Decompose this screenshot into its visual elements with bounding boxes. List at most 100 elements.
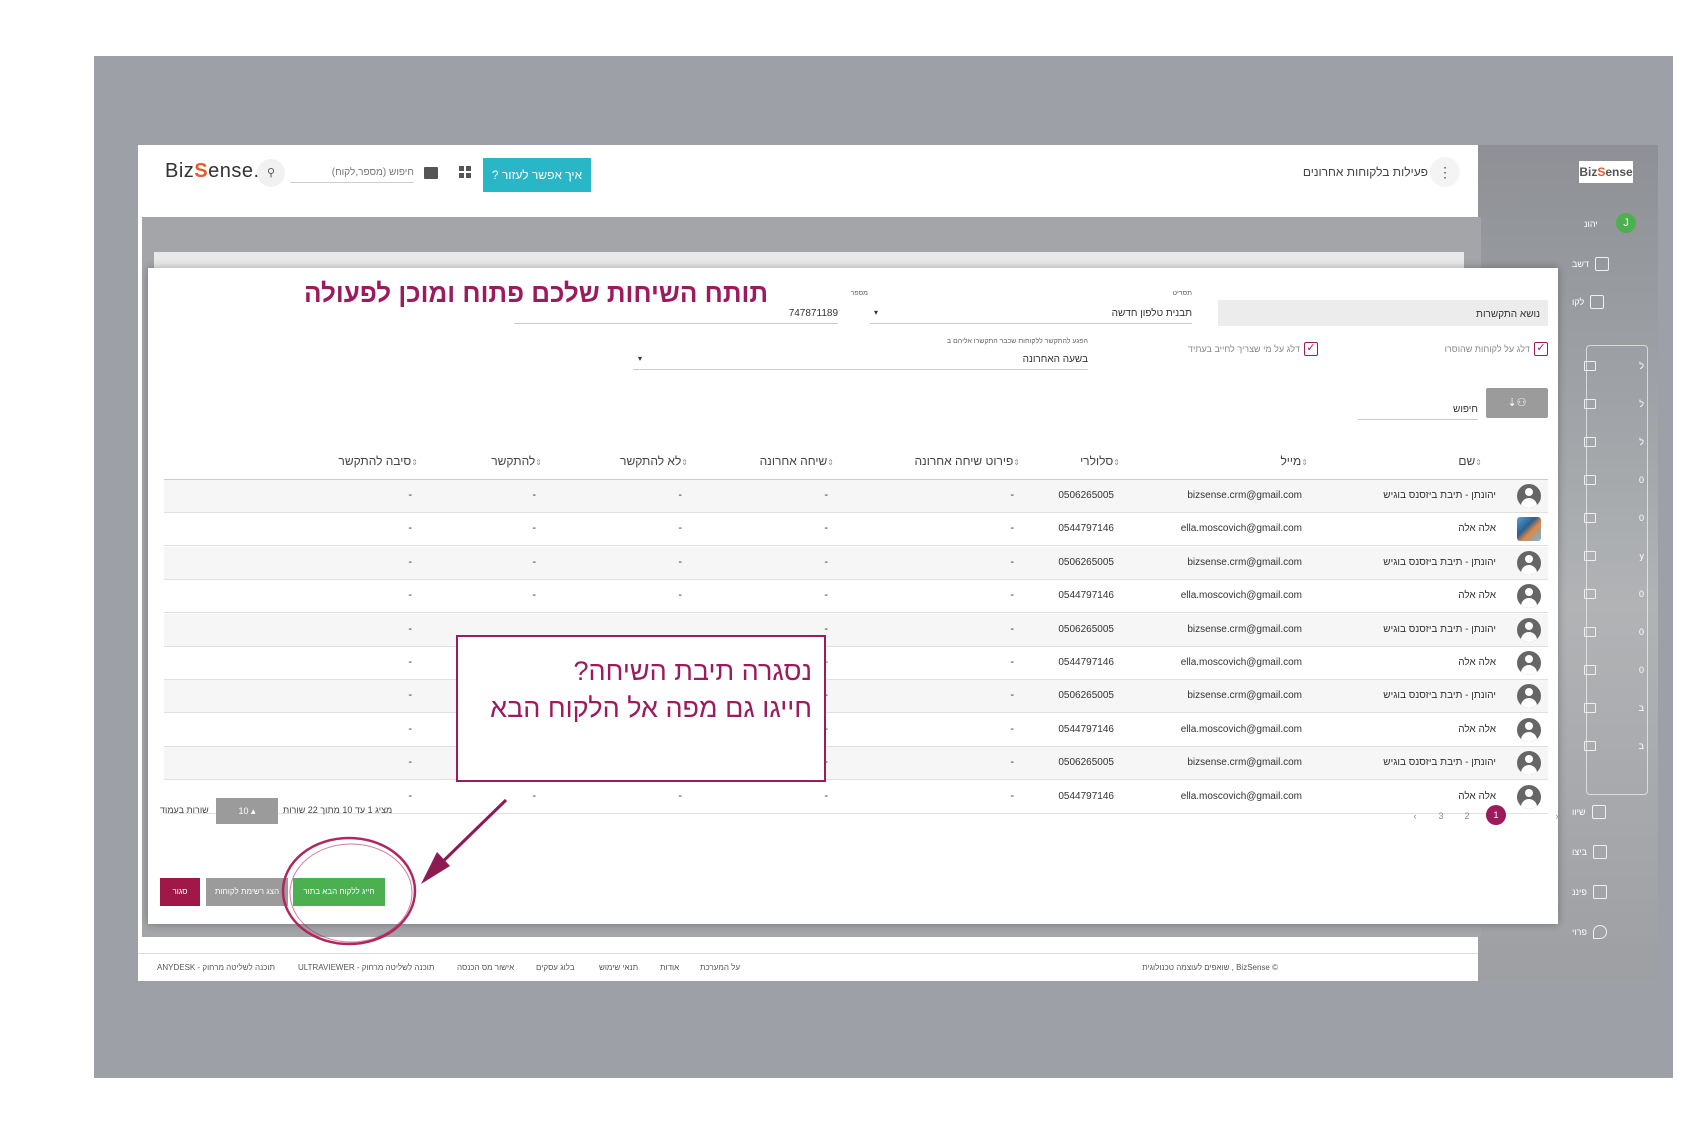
col-mobile[interactable]: ⇕סלולרי	[1080, 454, 1124, 468]
sidebar-logo[interactable]: BizSense	[1579, 161, 1633, 183]
submenu-item[interactable]: ל	[1584, 361, 1644, 371]
skip-future-charge-checkbox[interactable]: ✓ דלג על מי שצריך לחייב בעתיד	[1108, 342, 1318, 356]
skip-removed-checkbox[interactable]: ✓ דלג על לקוחות שהוסרו	[1368, 342, 1548, 356]
prev-page-icon[interactable]: ‹	[1406, 811, 1424, 821]
sort-icon[interactable]: ⇕	[1475, 458, 1482, 467]
cell-email[interactable]: ella.moscovich@gmail.com	[1181, 590, 1302, 601]
table-row[interactable]: יהונתן - תיבת ביזסנס בוגיש bizsense.crm@g…	[164, 546, 1548, 580]
sort-icon[interactable]: ⇕	[1301, 458, 1308, 467]
sidebar-item-projects[interactable]: פרוי	[1572, 923, 1642, 941]
footer-link[interactable]: בלוג עסקים	[536, 963, 575, 972]
cell-email[interactable]: bizsense.crm@gmail.com	[1187, 624, 1302, 635]
sort-icon[interactable]: ⇕	[681, 458, 688, 467]
call-next-customer-button[interactable]: חייג ללקוח הבא בתור	[293, 878, 385, 906]
cell-phone[interactable]: 0506265005	[1058, 557, 1114, 568]
store-icon[interactable]	[424, 167, 438, 179]
table-row[interactable]: אלה אלה ella.moscovich@gmail.com 054479714…	[164, 647, 1548, 680]
page-size-select[interactable]: 10 ▴	[216, 798, 278, 824]
sort-icon[interactable]: ⇕	[535, 458, 542, 467]
page-2[interactable]: 2	[1458, 811, 1476, 821]
cell-email[interactable]: ella.moscovich@gmail.com	[1181, 724, 1302, 735]
page-1[interactable]: 1	[1486, 805, 1506, 825]
more-menu-icon[interactable]: ⋮	[1430, 157, 1460, 187]
grid-icon[interactable]	[459, 166, 471, 178]
submenu-item[interactable]: 0	[1584, 589, 1644, 599]
col-last-call-details[interactable]: ⇕פירוט שיחה אחרונה	[914, 454, 1024, 468]
submenu-item[interactable]: ב	[1584, 741, 1644, 751]
footer-link[interactable]: על המערכת	[700, 963, 740, 972]
col-name[interactable]: ⇕שם	[1458, 454, 1486, 468]
sidebar-item-marketing[interactable]: שיוו	[1572, 803, 1642, 821]
table-row[interactable]: יהונתן - תיבת ביזסנס בוגיש bizsense.crm@g…	[164, 747, 1548, 781]
sort-icon[interactable]: ⇕	[1113, 458, 1120, 467]
cell-email[interactable]: ella.moscovich@gmail.com	[1181, 523, 1302, 534]
cell-email[interactable]: bizsense.crm@gmail.com	[1187, 757, 1302, 768]
cell-email[interactable]: bizsense.crm@gmail.com	[1187, 557, 1302, 568]
footer-link[interactable]: תוכנה לשליטה מרחוק - ULTRAVIEWER	[298, 963, 434, 972]
submenu-item[interactable]: y	[1584, 551, 1644, 561]
recent-caret-icon[interactable]: ▾	[638, 354, 642, 363]
sort-icon[interactable]: ⇕	[411, 458, 418, 467]
col-reason[interactable]: ⇕סיבה להתקשר	[338, 454, 422, 468]
recent-call-select[interactable]: בשעה האחרונה	[633, 354, 1088, 370]
page-3[interactable]: 3	[1432, 811, 1450, 821]
table-row[interactable]: יהונתן - תיבת ביזסנס בוגיש bizsense.crm@g…	[164, 680, 1548, 714]
footer-link[interactable]: תנאי שימוש	[599, 963, 638, 972]
submenu-item[interactable]: ל	[1584, 399, 1644, 409]
cell-phone[interactable]: 0544797146	[1058, 523, 1114, 534]
number-field[interactable]: 747871189	[514, 308, 838, 324]
subject-field[interactable]: נושא התקשרות	[1218, 300, 1548, 326]
sort-icon[interactable]: ⇕	[827, 458, 834, 467]
table-search-input[interactable]: חיפוש	[1358, 404, 1478, 420]
sidebar-item-finance[interactable]: פיננ	[1572, 883, 1642, 901]
cell-email[interactable]: ella.moscovich@gmail.com	[1181, 657, 1302, 668]
table-row[interactable]: אלה אלה ella.moscovich@gmail.com 054479714…	[164, 580, 1548, 614]
next-page-icon[interactable]: ›	[1548, 811, 1566, 821]
submenu-item[interactable]: ל	[1584, 437, 1644, 447]
cell-phone[interactable]: 0544797146	[1058, 791, 1114, 802]
cell-phone[interactable]: 0506265005	[1058, 490, 1114, 501]
table-row[interactable]: אלה אלה ella.moscovich@gmail.com 054479714…	[164, 714, 1548, 747]
sidebar-item-customers[interactable]: לקו	[1572, 293, 1642, 311]
search-input[interactable]	[290, 163, 414, 183]
template-caret-icon[interactable]: ▾	[874, 308, 878, 317]
user-avatar[interactable]: J	[1616, 213, 1636, 233]
sidebar-item-performance[interactable]: ביצו	[1572, 843, 1642, 861]
cell-phone[interactable]: 0544797146	[1058, 724, 1114, 735]
cell-empty: -	[1010, 789, 1014, 802]
cell-phone[interactable]: 0544797146	[1058, 657, 1114, 668]
col-email[interactable]: ⇕מייל	[1280, 454, 1312, 468]
cell-phone[interactable]: 0506265005	[1058, 690, 1114, 701]
footer-link[interactable]: תוכנה לשליטה מרחוק - ANYDESK	[157, 963, 275, 972]
col-last-call[interactable]: ⇕שיחה אחרונה	[760, 454, 838, 468]
footer-link[interactable]: אודות	[660, 963, 679, 972]
cell-email[interactable]: bizsense.crm@gmail.com	[1187, 690, 1302, 701]
help-button[interactable]: איך אפשר לעזור ?	[483, 158, 591, 192]
cell-empty: -	[408, 656, 412, 668]
submenu-item[interactable]: 0	[1584, 475, 1644, 485]
col-do-not-call[interactable]: ⇕לא להתקשר	[620, 454, 692, 468]
cell-phone[interactable]: 0506265005	[1058, 757, 1114, 768]
submenu-item[interactable]: 0	[1584, 665, 1644, 675]
table-row[interactable]: יהונתן - תיבת ביזסנס בוגיש bizsense.crm@g…	[164, 613, 1548, 647]
cell-phone[interactable]: 0506265005	[1058, 624, 1114, 635]
submenu-item[interactable]: 0	[1584, 513, 1644, 523]
cell-email[interactable]: ella.moscovich@gmail.com	[1181, 791, 1302, 802]
footer-link[interactable]: אישור מס הכנסה	[457, 963, 514, 972]
col-call[interactable]: ⇕להתקשר	[491, 454, 546, 468]
close-button[interactable]: סגור	[160, 878, 200, 906]
show-customer-list-button[interactable]: הצג רשימת לקוחות	[206, 878, 288, 906]
submenu-item[interactable]: 0	[1584, 627, 1644, 637]
cell-phone[interactable]: 0544797146	[1058, 590, 1114, 601]
sort-icon[interactable]: ⇕	[1013, 458, 1020, 467]
template-select[interactable]: תבנית טלפון חדשה	[870, 308, 1192, 324]
table-row[interactable]: יהונתן - תיבת ביזסנס בוגיש bizsense.crm@g…	[164, 480, 1548, 513]
table-row[interactable]: אלה אלה ella.moscovich@gmail.com 054479714…	[164, 513, 1548, 547]
cell-name: יהונתן - תיבת ביזסנס בוגיש	[1383, 556, 1496, 568]
sidebar-item-dashboard[interactable]: דשב	[1572, 255, 1642, 273]
bizsense-logo[interactable]: BizSense.	[165, 160, 260, 183]
cell-email[interactable]: bizsense.crm@gmail.com	[1187, 490, 1302, 501]
search-icon[interactable]: ⚲	[257, 159, 285, 187]
submenu-item[interactable]: ב	[1584, 703, 1644, 713]
filter-button[interactable]: ⇣⚇	[1486, 388, 1548, 418]
